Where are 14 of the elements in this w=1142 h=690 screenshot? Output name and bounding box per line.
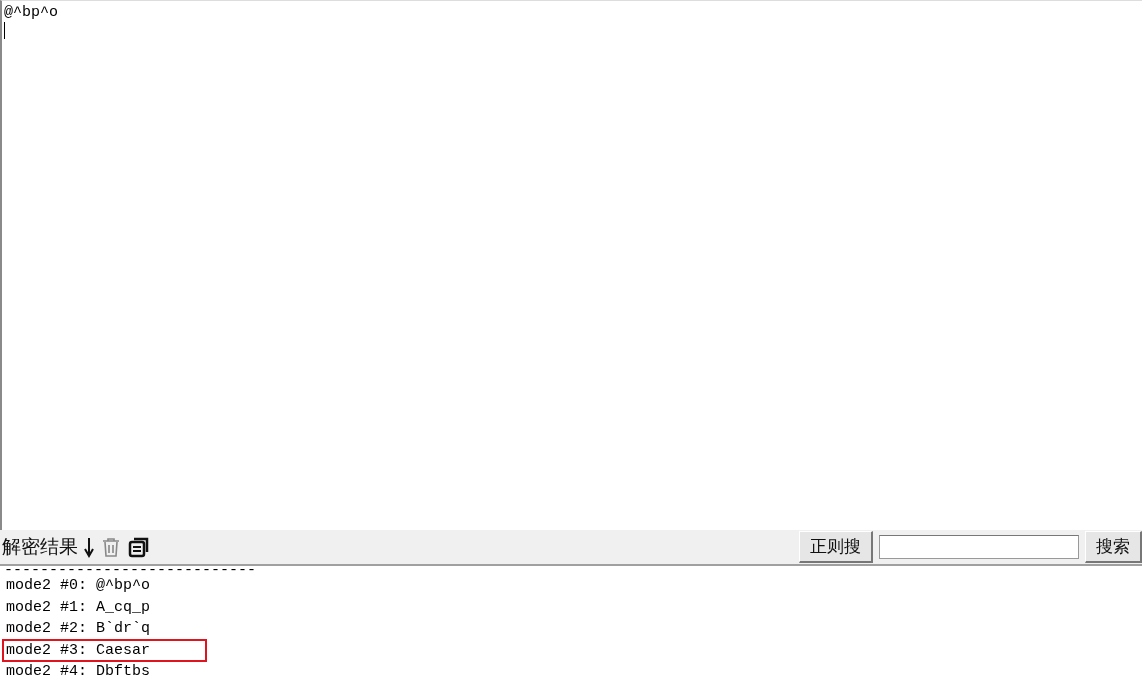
search-field[interactable]	[879, 535, 1079, 559]
result-line: mode2 #0: @^bp^o	[5, 576, 152, 596]
text-cursor	[4, 22, 5, 39]
editor-text: @^bp^o	[4, 3, 59, 22]
result-line: mode2 #4: Dbftbs	[5, 662, 152, 682]
copy-icon[interactable]	[128, 536, 150, 558]
regex-search-button[interactable]: 正则搜	[799, 531, 873, 563]
search-button[interactable]: 搜索	[1085, 531, 1142, 563]
results-title: 解密结果	[2, 534, 78, 559]
separator-line: ----------------------------	[4, 566, 258, 576]
down-arrow-icon[interactable]	[84, 536, 94, 558]
result-line: mode2 #2: B`dr`q	[5, 619, 152, 639]
result-line: mode2 #1: A_cq_p	[5, 597, 152, 618]
trash-icon[interactable]	[100, 536, 122, 558]
